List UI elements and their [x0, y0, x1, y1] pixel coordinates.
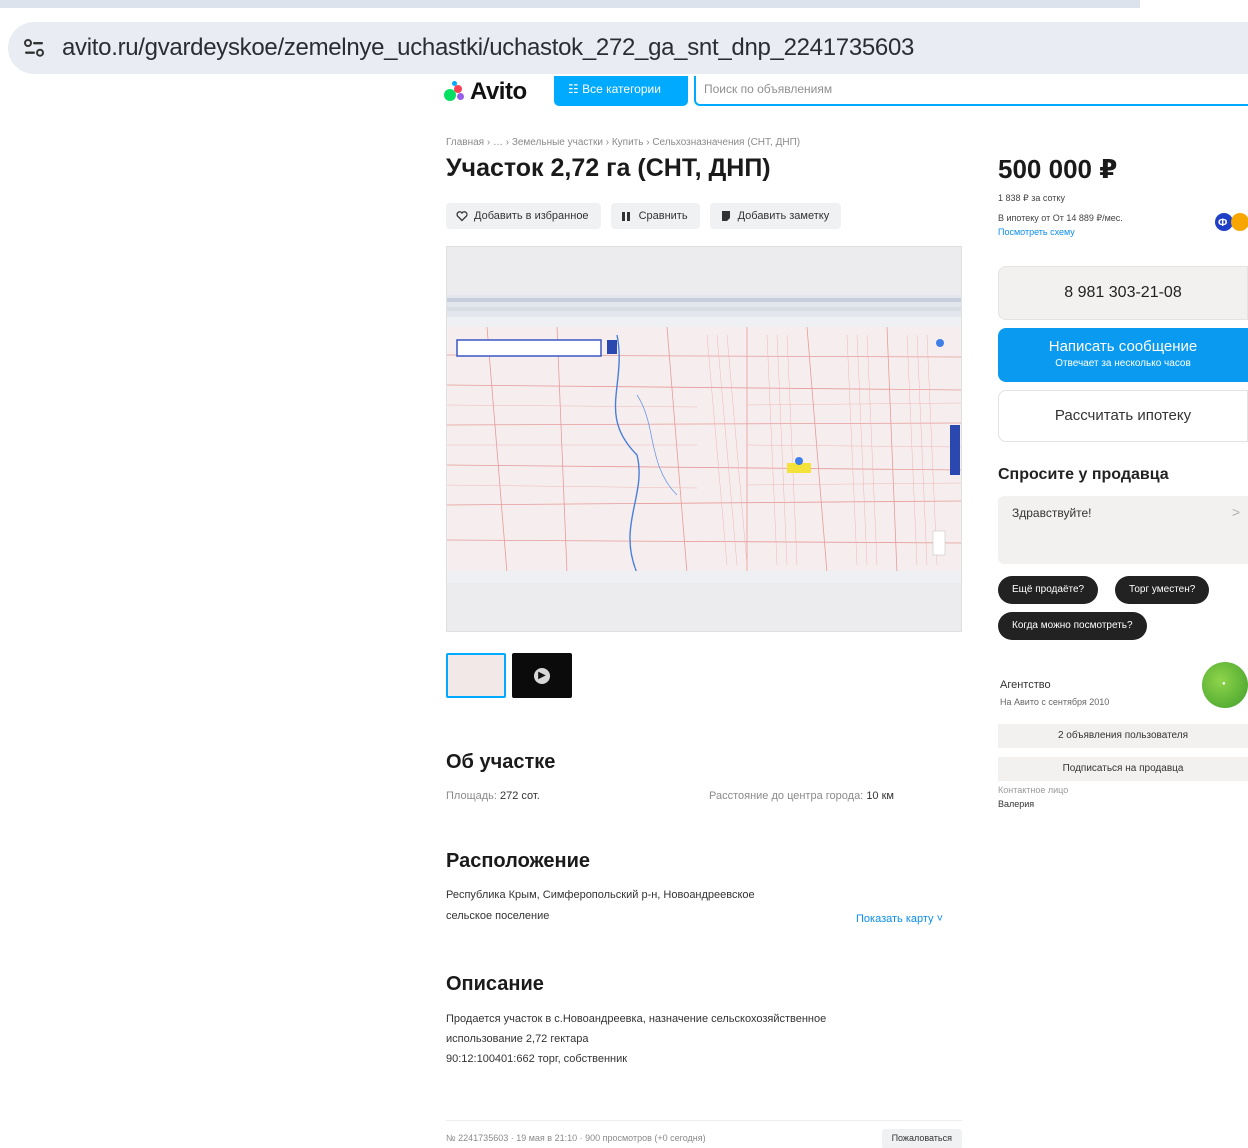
logo-text: Avito [470, 78, 527, 105]
listing-footer: № 2241735603 · 19 мая в 21:10 · 900 прос… [446, 1120, 962, 1148]
seller-ads-button[interactable]: 2 объявления пользователя [998, 724, 1248, 748]
gallery-thumbnails: ▶ [446, 653, 572, 698]
browser-tab-strip [0, 0, 1140, 8]
seller-since: На Авито с сентября 2010 [1000, 697, 1110, 707]
subscribe-seller-button[interactable]: Подписаться на продавца [998, 757, 1248, 781]
add-note-button[interactable]: Добавить заметку [709, 203, 842, 229]
chip-still-selling[interactable]: Ещё продаёте? [998, 576, 1099, 604]
thumbnail-video[interactable]: ▶ [512, 653, 572, 698]
svg-text:Ф: Ф [1218, 217, 1227, 229]
add-to-favorites-button[interactable]: Добавить в избранное [446, 203, 601, 229]
page-title: Участок 2,72 га (СНТ, ДНП) [446, 154, 771, 182]
all-categories-button[interactable]: ☷ Все категории [554, 76, 688, 106]
avito-logo[interactable]: Avito [444, 78, 527, 106]
compare-button[interactable]: Сравнить [610, 203, 700, 229]
cadastral-map-image [447, 295, 961, 583]
area-label: Площадь: [446, 790, 497, 802]
description-line-3: 90:12:100401:662 торг, собственник [446, 1053, 628, 1065]
description-section-title: Описание [446, 973, 544, 995]
description-line-1: Продается участок в с.Новоандреевка, наз… [446, 1013, 827, 1025]
distance-value: 10 км [866, 790, 894, 802]
compare-label: Сравнить [638, 210, 688, 222]
contact-person-label: Контактное лицо [998, 785, 1069, 795]
site-settings-icon[interactable] [22, 36, 46, 60]
thumbnail-map[interactable] [446, 653, 506, 698]
avatar-mark-icon: ● [1222, 681, 1226, 687]
add-to-favorites-label: Добавить в избранное [474, 210, 589, 222]
note-icon [721, 211, 730, 221]
area-value: 272 сот. [500, 790, 540, 802]
listing-meta: № 2241735603 · 19 мая в 21:10 · 900 прос… [446, 1133, 706, 1143]
complain-button[interactable]: Пожаловаться [881, 1129, 962, 1148]
send-icon[interactable]: > [1232, 504, 1240, 520]
chip-bargain[interactable]: Торг уместен? [1115, 576, 1210, 604]
all-categories-label: Все категории [582, 82, 661, 96]
ask-seller-input[interactable]: Здравствуйте! > [998, 496, 1248, 564]
breadcrumb[interactable]: Главная › … › Земельные участки › Купить… [446, 137, 800, 148]
show-phone-button[interactable]: 8 981 303-21-08 [998, 266, 1248, 320]
schedule-link[interactable]: Посмотреть схему [998, 227, 1075, 237]
write-message-label: Написать сообщение [1048, 338, 1198, 355]
ask-seller-title: Спросите у продавца [998, 466, 1169, 483]
url-text[interactable]: avito.ru/gvardeyskoe/zemelnye_uchastki/u… [62, 34, 914, 62]
site-header: Avito ☷ Все категории Поиск по объявлени… [444, 76, 1248, 108]
description-line-2: использование 2,72 гектара [446, 1033, 589, 1045]
search-input[interactable]: Поиск по объявлениям [694, 76, 1248, 106]
seller-avatar[interactable]: ● [1202, 662, 1248, 708]
compare-icon [621, 212, 630, 221]
distance-label: Расстояние до центра города: [709, 790, 864, 802]
distance-param: Расстояние до центра города: 10 км [709, 790, 894, 802]
listing-actions: Добавить в избранное Сравнить Добавить з… [446, 203, 842, 229]
address-line-2: сельское поселение [446, 910, 550, 922]
grid-icon: ☷ [568, 82, 583, 96]
contact-person-name: Валерия [998, 799, 1035, 809]
add-note-label: Добавить заметку [737, 210, 830, 222]
show-map-link[interactable]: Показать карту ˅ [856, 913, 943, 925]
ask-seller-text: Здравствуйте! [1012, 506, 1092, 520]
address-line-1: Республика Крым, Симферопольский р-н, Но… [446, 889, 755, 901]
logo-dots-icon [444, 81, 468, 103]
play-icon: ▶ [534, 667, 550, 684]
address-bar[interactable]: avito.ru/gvardeyskoe/zemelnye_uchastki/u… [8, 22, 1248, 74]
photo-gallery[interactable] [446, 246, 962, 632]
calculate-mortgage-button[interactable]: Рассчитать ипотеку [998, 390, 1248, 442]
location-section-title: Расположение [446, 850, 591, 872]
write-message-button[interactable]: Написать сообщение Отвечает за несколько… [998, 328, 1248, 382]
bank-logo-icon: Ф [1215, 213, 1248, 231]
about-section-title: Об участке [446, 751, 556, 773]
seller-type[interactable]: Агентство [1000, 679, 1051, 691]
mortgage-from: В ипотеку от От 14 889 ₽/мес. [998, 213, 1123, 223]
price: 500 000 ₽ [998, 154, 1118, 184]
heart-icon [456, 211, 468, 222]
area-param: Площадь: 272 сот. [446, 790, 540, 802]
price-per-unit: 1 838 ₽ за сотку [998, 193, 1065, 203]
response-time-label: Отвечает за несколько часов [1055, 358, 1191, 369]
chip-when-view[interactable]: Когда можно посмотреть? [998, 612, 1147, 640]
